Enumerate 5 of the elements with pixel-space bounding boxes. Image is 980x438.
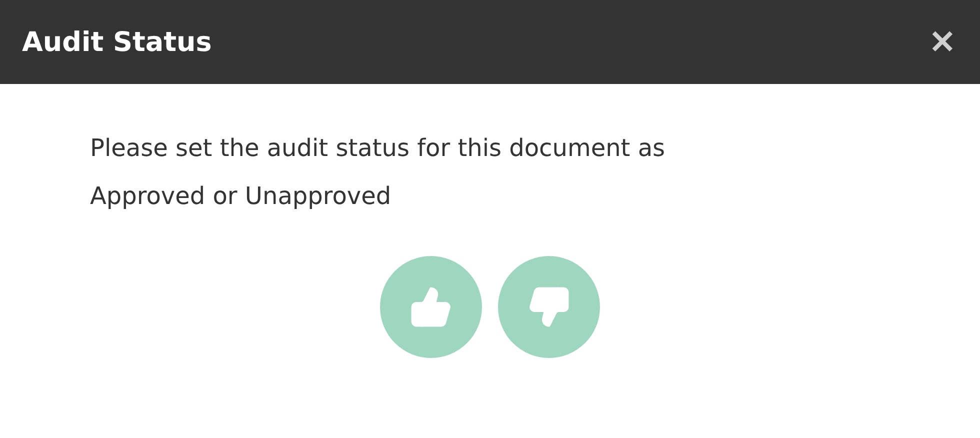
close-button[interactable]: ✕ (929, 26, 956, 58)
message-text: Please set the audit status for this document as Approved or Unapproved (90, 133, 666, 212)
thumbs-down-icon (527, 285, 571, 329)
dialog-title: Audit Status (22, 26, 212, 58)
thumbs-up-icon (409, 285, 453, 329)
